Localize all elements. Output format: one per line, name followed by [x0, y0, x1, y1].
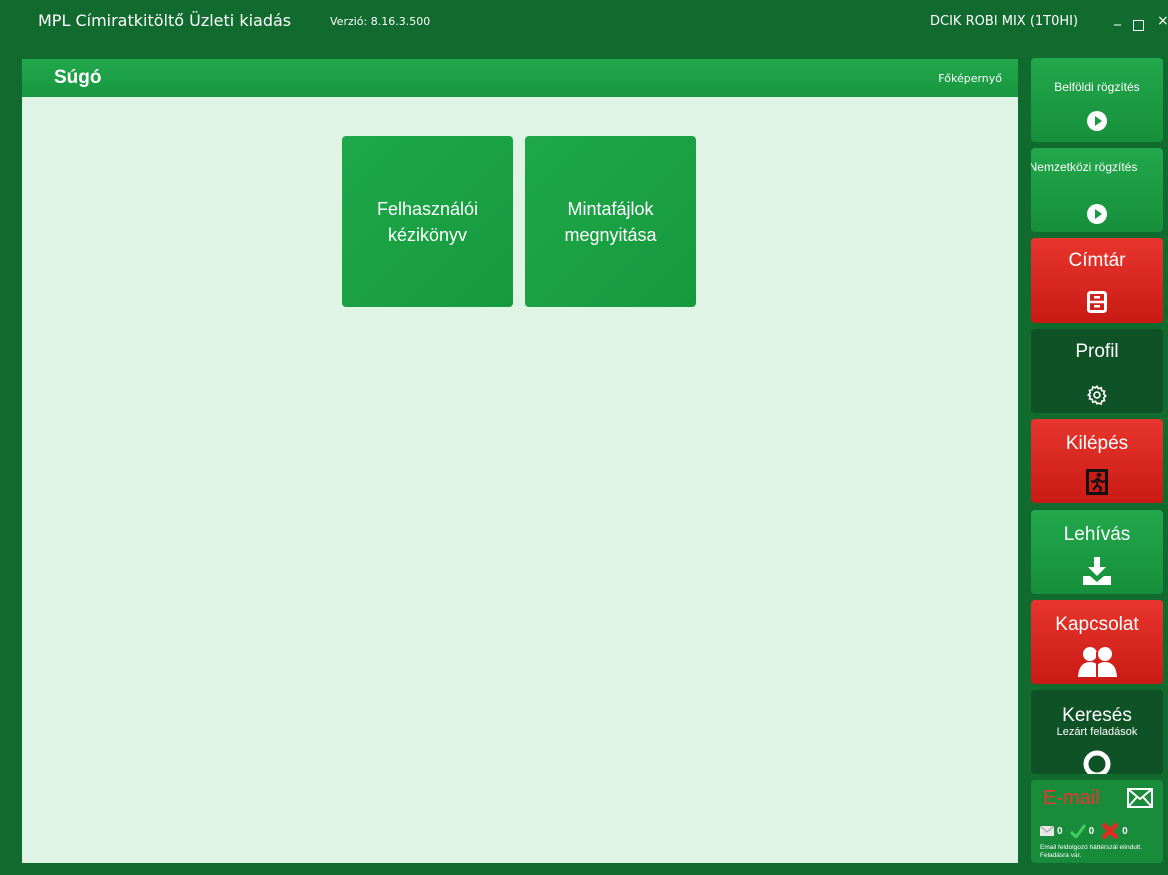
user-label: DCIK ROBI MIX (1T0HI) — [930, 14, 1079, 29]
user-manual-tile[interactable]: Felhasználói kézikönyv — [342, 136, 513, 307]
title-bar: MPL Címiratkitöltő Üzleti kiadás Verzió:… — [0, 0, 1168, 46]
international-entry-label: Nemzetközi rögzítés — [1031, 160, 1138, 174]
contacts-icon — [1031, 644, 1163, 678]
exit-icon — [1031, 467, 1163, 497]
download-button[interactable]: Lehívás — [1031, 510, 1163, 594]
contact-label: Kapcsolat — [1055, 614, 1139, 635]
play-icon — [1031, 204, 1163, 224]
gear-icon — [1031, 384, 1163, 406]
cabinet-icon — [1031, 291, 1163, 313]
address-book-button[interactable]: Címtár — [1031, 238, 1163, 323]
error-x-icon — [1101, 822, 1119, 840]
contact-button[interactable]: Kapcsolat — [1031, 600, 1163, 684]
maximize-button[interactable] — [1133, 20, 1144, 31]
mail-count: 0 — [1057, 825, 1063, 837]
domestic-entry-label: Belföldi rögzítés — [1054, 80, 1140, 94]
address-book-label: Címtár — [1068, 250, 1126, 271]
email-label: E-mail — [1043, 787, 1100, 809]
domestic-entry-button[interactable]: Belföldi rögzítés — [1031, 58, 1163, 142]
search-label: Keresés — [1062, 705, 1132, 726]
profile-button[interactable]: Profil — [1031, 329, 1163, 413]
play-icon — [1031, 111, 1163, 131]
exit-label: Kilépés — [1065, 433, 1129, 454]
minimize-button[interactable]: _ — [1114, 10, 1121, 26]
success-check-icon — [1069, 824, 1086, 838]
page-title: Súgó — [54, 67, 102, 88]
search-sublabel: Lezárt feladások — [1056, 726, 1138, 738]
international-entry-button[interactable]: Nemzetközi rögzítés — [1031, 148, 1163, 232]
error-count: 0 — [1122, 825, 1128, 837]
success-count: 0 — [1088, 825, 1095, 837]
search-icon — [1031, 747, 1163, 774]
search-button[interactable]: Keresés Lezárt feladások — [1031, 690, 1163, 774]
email-status-text: Email feldolgozó háttérszál elindult. Fe… — [1040, 844, 1142, 859]
main-panel: Súgó Főképernyő Felhasználói kézikönyv M… — [22, 59, 1018, 863]
download-label: Lehívás — [1063, 524, 1131, 545]
open-sample-files-tile[interactable]: Mintafájlok megnyitása — [525, 136, 696, 307]
app-title: MPL Címiratkitöltő Üzleti kiadás — [38, 11, 292, 30]
mail-count-icon — [1040, 826, 1054, 836]
email-panel[interactable]: E-mail 0 0 0 Email feldolgozó háttérszál… — [1031, 780, 1163, 863]
close-button[interactable]: × — [1157, 13, 1168, 29]
panel-header: Súgó Főképernyő — [22, 59, 1018, 97]
profile-label: Profil — [1075, 341, 1119, 362]
download-icon — [1031, 556, 1163, 586]
version-label: Verzió: 8.16.3.500 — [330, 15, 431, 28]
email-stats: 0 0 0 — [1040, 822, 1128, 840]
envelope-icon — [1127, 788, 1153, 813]
exit-button[interactable]: Kilépés — [1031, 419, 1163, 503]
home-link[interactable]: Főképernyő — [938, 72, 1002, 85]
